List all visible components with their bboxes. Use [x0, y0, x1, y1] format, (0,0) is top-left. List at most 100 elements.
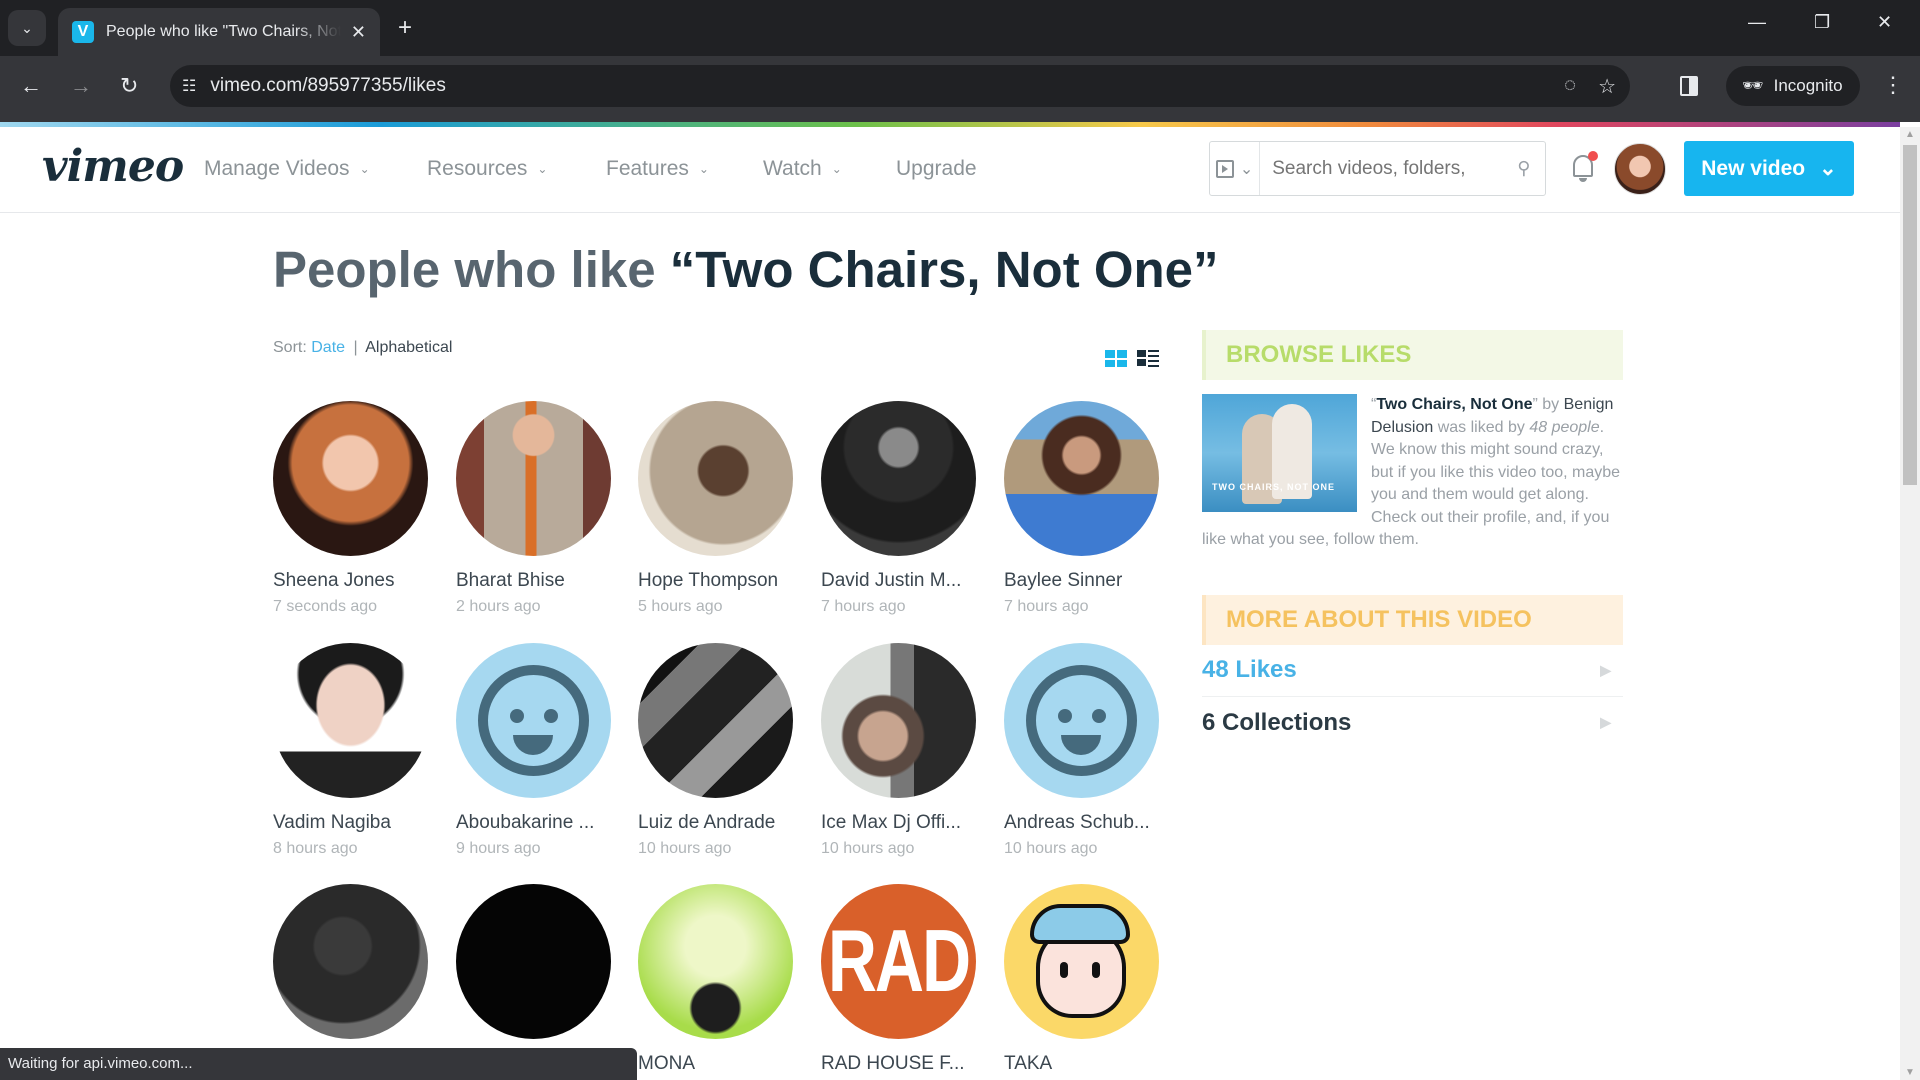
- forward-arrow-icon[interactable]: →: [70, 73, 92, 99]
- person-card[interactable]: Andreas Schub... 10 hours ago: [1004, 643, 1174, 858]
- vimeo-logo[interactable]: vimeo: [42, 141, 184, 192]
- like-time: 10 hours ago: [1004, 840, 1098, 857]
- person-avatar[interactable]: [1004, 643, 1159, 798]
- search-scope-dropdown[interactable]: ⌄: [1210, 142, 1261, 195]
- person-avatar[interactable]: [821, 643, 976, 798]
- person-avatar[interactable]: [273, 643, 428, 798]
- person-card[interactable]: TAKA: [1004, 884, 1174, 1075]
- chevron-down-icon: ⌄: [698, 162, 709, 176]
- person-avatar[interactable]: [1004, 884, 1159, 1039]
- user-avatar[interactable]: [1614, 143, 1666, 195]
- person-name[interactable]: Andreas Schub...: [1004, 812, 1174, 834]
- url-text[interactable]: vimeo.com/895977355/likes: [210, 75, 446, 97]
- nav-label: Resources: [427, 157, 528, 180]
- scroll-up-icon[interactable]: ▲: [1905, 129, 1915, 140]
- grid-view-icon[interactable]: [1105, 350, 1127, 367]
- title-video-link[interactable]: “Two Chairs, Not One”: [670, 241, 1219, 298]
- scrollbar-thumb[interactable]: [1903, 145, 1917, 485]
- person-name[interactable]: RAD HOUSE F...: [821, 1053, 991, 1075]
- nav-resources[interactable]: Resources ⌄: [427, 157, 547, 181]
- person-card[interactable]: Aboubakarine ... 9 hours ago: [456, 643, 626, 858]
- video-thumbnail[interactable]: TWO CHAIRS, NOT ONE: [1202, 394, 1357, 512]
- person-card[interactable]: Sheena Jones 7 seconds ago: [273, 401, 443, 616]
- sort-date[interactable]: Date: [311, 339, 345, 356]
- incognito-label: Incognito: [1773, 76, 1843, 95]
- close-window-icon[interactable]: ✕: [1877, 12, 1892, 33]
- person-name[interactable]: Luiz de Andrade: [638, 812, 808, 834]
- search-icon[interactable]: ⚲: [1517, 158, 1545, 179]
- back-arrow-icon[interactable]: ←: [20, 73, 42, 99]
- new-tab-button[interactable]: +: [398, 14, 412, 42]
- tab-search-button[interactable]: ⌄: [8, 10, 46, 46]
- person-avatar[interactable]: [273, 401, 428, 556]
- browser-tab-active[interactable]: V People who like "Two Chairs, Not One" …: [58, 8, 380, 56]
- close-tab-icon[interactable]: ✕: [351, 22, 366, 43]
- nav-label: Features: [606, 157, 689, 180]
- like-time: 7 hours ago: [821, 598, 906, 615]
- video-title-link[interactable]: Two Chairs, Not One: [1376, 396, 1532, 413]
- person-card[interactable]: RAD RAD HOUSE F...: [821, 884, 991, 1075]
- address-bar[interactable]: ☷ vimeo.com/895977355/likes ◌ ☆: [170, 65, 1630, 107]
- rad-logo: RAD: [827, 911, 971, 1011]
- nav-watch[interactable]: Watch ⌄: [763, 157, 842, 181]
- person-avatar[interactable]: [1004, 401, 1159, 556]
- person-avatar[interactable]: RAD: [821, 884, 976, 1039]
- person-name[interactable]: Sheena Jones: [273, 570, 443, 592]
- person-name[interactable]: TAKA: [1004, 1053, 1174, 1075]
- person-name[interactable]: Vadim Nagiba: [273, 812, 443, 834]
- list-view-icon[interactable]: [1137, 350, 1159, 367]
- likes-link[interactable]: 48 Likes ▶: [1202, 645, 1623, 697]
- person-avatar[interactable]: [821, 401, 976, 556]
- person-card[interactable]: Baylee Sinner 7 hours ago: [1004, 401, 1174, 616]
- person-avatar[interactable]: [273, 884, 428, 1039]
- person-name[interactable]: Bharat Bhise: [456, 570, 626, 592]
- browser-menu-icon[interactable]: ⋮: [1882, 72, 1904, 98]
- nav-features[interactable]: Features ⌄: [606, 157, 709, 181]
- smiley-eye: [510, 709, 524, 723]
- person-card[interactable]: Luiz de Andrade 10 hours ago: [638, 643, 808, 858]
- liked-by-text: was liked by: [1437, 418, 1525, 436]
- person-name[interactable]: David Justin M...: [821, 570, 991, 592]
- person-card[interactable]: MONA: [638, 884, 808, 1075]
- site-header: vimeo Manage Videos ⌄ Resources ⌄ Features…: [0, 127, 1900, 213]
- incognito-indicator[interactable]: 🕶 Incognito: [1726, 66, 1860, 106]
- person-card[interactable]: [456, 884, 626, 1039]
- title-prefix: People who like: [273, 241, 670, 298]
- person-avatar[interactable]: [456, 401, 611, 556]
- person-name[interactable]: Ice Max Dj Offi...: [821, 812, 991, 834]
- nav-label: Watch: [763, 157, 822, 180]
- eye-off-icon[interactable]: ◌: [1564, 74, 1576, 99]
- person-card[interactable]: Vadim Nagiba 8 hours ago: [273, 643, 443, 858]
- person-avatar[interactable]: [638, 401, 793, 556]
- person-card[interactable]: Ice Max Dj Offi... 10 hours ago: [821, 643, 991, 858]
- bookmark-star-icon[interactable]: ☆: [1598, 74, 1616, 99]
- person-card[interactable]: [273, 884, 443, 1039]
- nav-upgrade[interactable]: Upgrade: [896, 157, 977, 181]
- nav-manage-videos[interactable]: Manage Videos ⌄: [204, 157, 370, 181]
- person-avatar[interactable]: [638, 884, 793, 1039]
- site-settings-icon[interactable]: ☷: [182, 76, 196, 96]
- person-avatar[interactable]: [456, 643, 611, 798]
- person-name[interactable]: Aboubakarine ...: [456, 812, 626, 834]
- person-card[interactable]: David Justin M... 7 hours ago: [821, 401, 991, 616]
- side-panel-icon[interactable]: [1680, 76, 1698, 96]
- person-name[interactable]: Hope Thompson: [638, 570, 808, 592]
- chevron-down-icon: ⌄: [537, 162, 548, 176]
- page-scrollbar[interactable]: ▲ ▼: [1900, 127, 1920, 1080]
- person-name[interactable]: Baylee Sinner: [1004, 570, 1174, 592]
- new-video-button[interactable]: New video ⌄: [1684, 141, 1854, 196]
- person-avatar[interactable]: [456, 884, 611, 1039]
- search-input[interactable]: [1260, 157, 1518, 180]
- minimize-icon[interactable]: —: [1748, 12, 1766, 33]
- scroll-down-icon[interactable]: ▼: [1905, 1067, 1915, 1078]
- reload-icon[interactable]: ↻: [120, 73, 138, 99]
- notifications-bell-icon[interactable]: [1570, 151, 1598, 185]
- restore-icon[interactable]: ❐: [1814, 12, 1830, 33]
- person-name[interactable]: MONA: [638, 1053, 808, 1075]
- like-count-text: 48 people: [1529, 418, 1600, 436]
- person-card[interactable]: Bharat Bhise 2 hours ago: [456, 401, 626, 616]
- sort-alphabetical[interactable]: Alphabetical: [365, 339, 452, 356]
- person-card[interactable]: Hope Thompson 5 hours ago: [638, 401, 808, 616]
- person-avatar[interactable]: [638, 643, 793, 798]
- collections-link[interactable]: 6 Collections ▶: [1202, 697, 1623, 749]
